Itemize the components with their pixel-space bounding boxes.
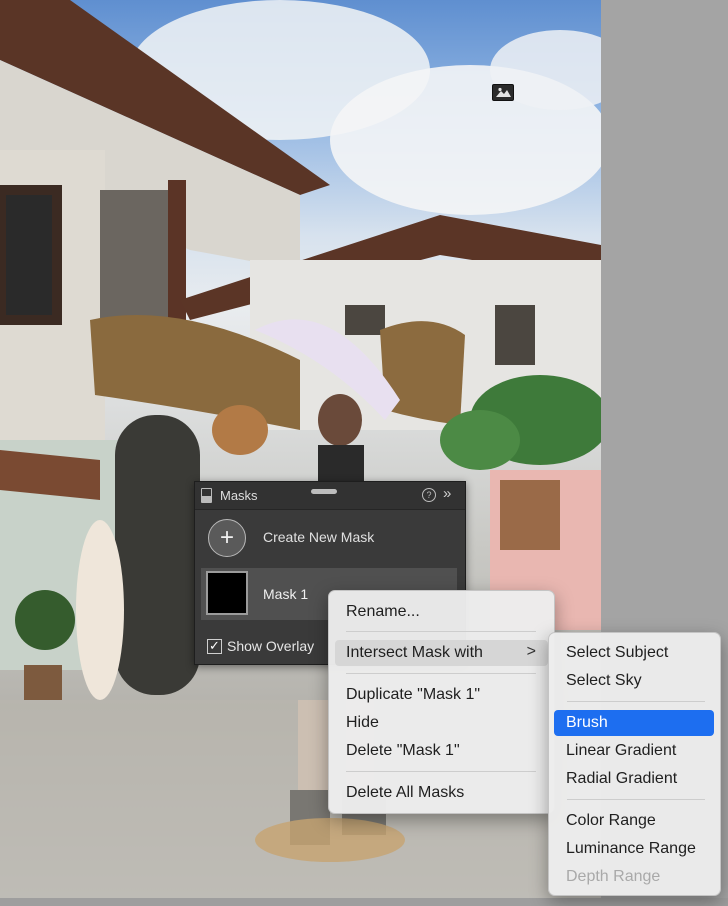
intersect-submenu: Select Subject Select Sky Brush Linear G… [548, 632, 721, 896]
menu-separator [346, 771, 536, 772]
menu-item-label: Delete All Masks [346, 784, 465, 801]
submenu-item-luminance-range[interactable]: Luminance Range [554, 836, 714, 862]
submenu-item-label: Brush [566, 714, 608, 731]
menu-separator [346, 673, 536, 674]
panel-toggle-icon[interactable] [201, 488, 212, 503]
mask-context-menu: Rename... Intersect Mask with > Duplicat… [328, 590, 555, 814]
create-new-mask-button[interactable]: + [208, 519, 246, 557]
canvas-bottom-edge [0, 898, 728, 906]
menu-item-label: Delete "Mask 1" [346, 742, 460, 759]
submenu-item-label: Radial Gradient [566, 770, 678, 787]
submenu-item-label: Color Range [566, 812, 656, 829]
menu-separator [346, 631, 536, 632]
menu-item-hide[interactable]: Hide [335, 710, 548, 736]
submenu-item-brush[interactable]: Brush [554, 710, 714, 736]
menu-item-intersect-mask-with[interactable]: Intersect Mask with > [335, 640, 548, 666]
masks-panel-title: Masks [220, 488, 258, 503]
submenu-item-radial-gradient[interactable]: Radial Gradient [554, 766, 714, 792]
submenu-item-linear-gradient[interactable]: Linear Gradient [554, 738, 714, 764]
submenu-item-select-subject[interactable]: Select Subject [554, 640, 714, 666]
menu-separator [567, 799, 705, 800]
menu-item-label: Intersect Mask with [346, 644, 483, 661]
menu-item-label: Hide [346, 714, 379, 731]
menu-separator [567, 701, 705, 702]
submenu-item-label: Luminance Range [566, 840, 696, 857]
menu-item-delete[interactable]: Delete "Mask 1" [335, 738, 548, 764]
collapse-icon[interactable]: » [443, 485, 451, 502]
drag-handle-icon[interactable] [311, 489, 337, 494]
create-new-mask-label[interactable]: Create New Mask [263, 529, 374, 545]
submenu-item-label: Select Subject [566, 644, 669, 661]
submenu-item-depth-range: Depth Range [554, 864, 714, 890]
image-icon[interactable] [492, 84, 514, 101]
submenu-item-label: Linear Gradient [566, 742, 677, 759]
menu-item-label: Rename... [346, 603, 420, 620]
menu-item-duplicate[interactable]: Duplicate "Mask 1" [335, 682, 548, 708]
chevron-right-icon: > [526, 643, 536, 660]
show-overlay-checkbox[interactable]: ✓ [207, 639, 222, 654]
show-overlay-label[interactable]: Show Overlay [227, 638, 314, 654]
submenu-item-label: Select Sky [566, 672, 642, 689]
menu-item-label: Duplicate "Mask 1" [346, 686, 481, 703]
masks-panel-header[interactable]: Masks ? » [195, 482, 465, 510]
menu-item-rename[interactable]: Rename... [335, 599, 548, 625]
mask-name[interactable]: Mask 1 [263, 586, 308, 602]
submenu-item-select-sky[interactable]: Select Sky [554, 668, 714, 694]
help-icon[interactable]: ? [422, 488, 436, 502]
mask-thumbnail[interactable] [206, 571, 248, 615]
submenu-item-label: Depth Range [566, 868, 661, 885]
submenu-item-color-range[interactable]: Color Range [554, 808, 714, 834]
menu-item-delete-all-masks[interactable]: Delete All Masks [335, 780, 548, 806]
